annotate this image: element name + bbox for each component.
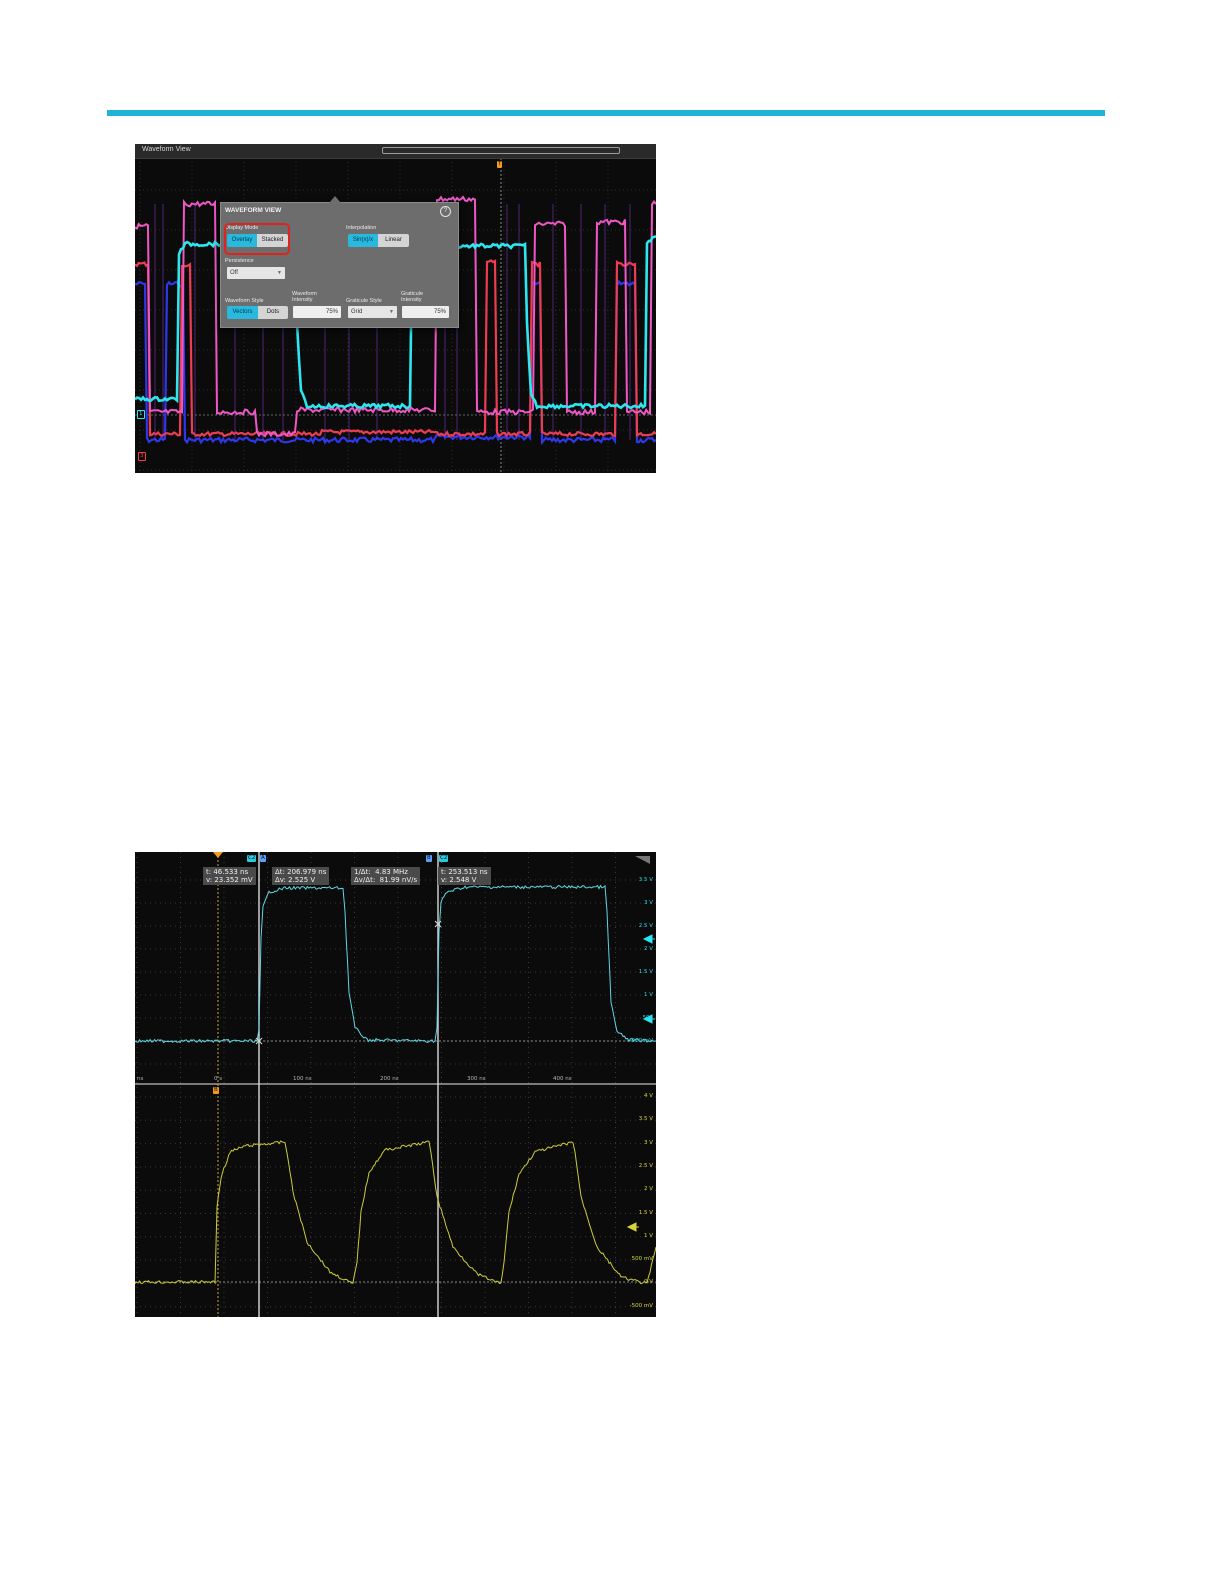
- persistence-select[interactable]: Off ▼: [227, 267, 285, 279]
- graticule-intensity-label: Graticule Intensity: [401, 291, 424, 303]
- cursor-b-readout: t: 253.513 ns v: 2.548 V: [438, 867, 491, 885]
- offset-arrow-icon: [626, 1222, 639, 1232]
- waveform-view-titlebar: Waveform View: [135, 144, 656, 159]
- x-axis-tick-label: 0 s: [214, 1076, 223, 1082]
- waveform-intensity-label: Waveform Intensity: [292, 291, 317, 303]
- display-mode-highlight: [224, 223, 290, 255]
- y-axis-tick-label: 2 V: [643, 1186, 653, 1193]
- graticule-style-select[interactable]: Grid ▼: [348, 306, 397, 318]
- help-icon[interactable]: ?: [440, 206, 451, 217]
- chevron-down-icon: ▼: [277, 270, 282, 276]
- waveform-intensity-input[interactable]: 75%: [293, 306, 341, 318]
- panel-pointer: [329, 196, 341, 203]
- trigger-tag[interactable]: B: [213, 1087, 219, 1094]
- cursor-a-tag[interactable]: A: [260, 855, 266, 862]
- waveform-view-screenshot: Waveform View T 1 3 WAVEFORM VIEW ? Disp…: [135, 144, 656, 473]
- x-axis-tick-label: 100 ns: [293, 1076, 312, 1082]
- interpolation-toggle: Sin(x)/x Linear: [348, 234, 409, 247]
- record-view-bar[interactable]: [382, 147, 620, 154]
- sinx-button[interactable]: Sin(x)/x: [348, 234, 378, 247]
- cursor-b-source-tag[interactable]: C2: [439, 855, 449, 862]
- stacked-waveform-screenshot: t: 46.533 ns v: 23.352 mV Δt: 206.979 ns…: [135, 852, 656, 1317]
- channel-2-trace: [135, 884, 656, 1044]
- vectors-button[interactable]: Vectors: [227, 306, 258, 319]
- y-axis-tick-label: 1.5 V: [638, 1209, 653, 1216]
- x-axis-tick-label: ns: [137, 1076, 144, 1082]
- y-axis-tick-label: 500: [642, 1015, 654, 1021]
- cursor-delta-readout: Δt: 206.979 ns Δv: 2.525 V: [272, 867, 330, 885]
- trigger-position-marker[interactable]: T: [497, 161, 503, 168]
- y-axis-tick-label: 500 mV: [631, 1256, 653, 1263]
- cursor-a-source-tag[interactable]: C2: [247, 855, 257, 862]
- stacked-waveform-plot: [135, 852, 656, 1317]
- cursor-b-tag[interactable]: B: [426, 855, 432, 862]
- header-rule: [107, 110, 1105, 116]
- corner-handle-icon: [635, 856, 650, 864]
- y-axis-tick-label: -500 mV: [629, 1302, 653, 1309]
- persistence-value: Off: [230, 270, 238, 276]
- channel-3-offset-tag[interactable]: 3: [138, 452, 146, 461]
- y-axis-tick-label: 2.5 V: [638, 923, 653, 929]
- y-axis-tick-label: 3.5 V: [638, 877, 653, 883]
- linear-button[interactable]: Linear: [378, 234, 409, 247]
- y-axis-tick-label: 3.5 V: [638, 1116, 653, 1123]
- y-axis-tick-label: -500 mV: [629, 1038, 653, 1044]
- waveform-view-settings-panel: WAVEFORM VIEW ? Display Mode Overlay Sta…: [220, 196, 459, 328]
- panel-title: WAVEFORM VIEW: [225, 207, 282, 214]
- y-axis-tick-label: 1 V: [643, 1232, 653, 1239]
- channel-1-offset-tag[interactable]: 1: [137, 410, 145, 419]
- x-axis-tick-label: 200 ns: [380, 1076, 399, 1082]
- graticule-style-value: Grid: [351, 309, 363, 315]
- interpolation-label: Interpolation: [346, 225, 377, 231]
- x-axis-tick-label: 300 ns: [467, 1076, 486, 1082]
- y-axis-tick-label: 2.5 V: [638, 1162, 653, 1169]
- graticule-intensity-input[interactable]: 75%: [402, 306, 449, 318]
- y-axis-tick-label: 1.5 V: [638, 969, 653, 975]
- y-axis-tick-label: 3 V: [643, 1139, 653, 1146]
- graticule-style-label: Graticule Style: [346, 298, 382, 304]
- y-axis-tick-label: 3 V: [643, 900, 653, 906]
- persistence-label: Persistence: [225, 258, 254, 264]
- cursor-rate-readout: 1/Δt: 4.83 MHz Δv/Δt: 81.99 nV/s: [351, 867, 421, 885]
- math-waveform-trace: [135, 1140, 656, 1285]
- cursor-a-readout: t: 46.533 ns v: 23.352 mV: [203, 867, 256, 885]
- waveform-style-toggle: Vectors Dots: [227, 306, 288, 319]
- x-axis-tick-label: 400 ns: [553, 1076, 572, 1082]
- trigger-marker-icon: [213, 852, 223, 858]
- y-axis-tick-label: 4 V: [643, 1093, 653, 1099]
- y-axis-tick-label: 1 V: [643, 992, 653, 998]
- y-axis-tick-label: 2 V: [643, 946, 653, 952]
- window-title: Waveform View: [142, 146, 191, 153]
- y-axis-tick-label: 0 V: [643, 1279, 653, 1286]
- dots-button[interactable]: Dots: [258, 306, 288, 319]
- cursor-level-arrow-icon: [642, 934, 655, 944]
- chevron-down-icon: ▼: [389, 309, 394, 315]
- waveform-style-label: Waveform Style: [225, 298, 264, 304]
